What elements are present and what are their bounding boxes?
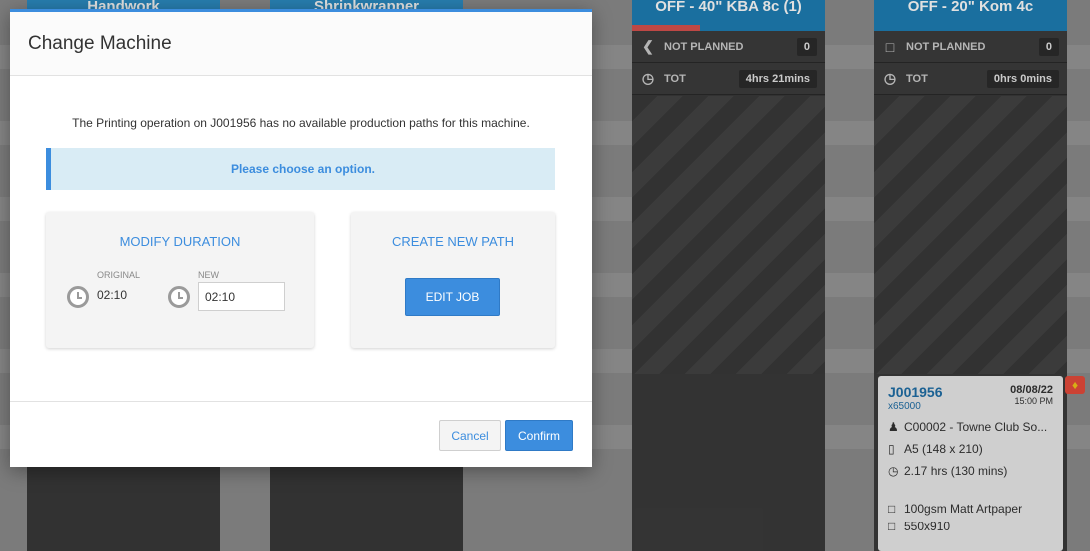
clock-icon <box>168 286 190 308</box>
edit-job-button[interactable]: EDIT JOB <box>405 278 500 316</box>
modal-header: Change Machine <box>10 12 592 76</box>
create-new-path-title: CREATE NEW PATH <box>391 234 515 249</box>
modal-title: Change Machine <box>28 32 172 54</box>
change-machine-modal: Change Machine The Printing operation on… <box>10 9 592 467</box>
modal-message: The Printing operation on J001956 has no… <box>72 116 530 130</box>
modify-duration-panel: MODIFY DURATION ORIGINAL 02:10 NEW <box>46 212 314 348</box>
original-label: ORIGINAL <box>97 270 141 280</box>
confirm-button[interactable]: Confirm <box>505 420 573 451</box>
original-duration: 02:10 <box>97 288 128 302</box>
new-label: NEW <box>198 270 219 280</box>
modal-footer: Cancel Confirm <box>10 401 592 467</box>
cancel-button[interactable]: Cancel <box>439 420 501 451</box>
create-new-path-panel: CREATE NEW PATH EDIT JOB <box>351 212 555 348</box>
modify-duration-title: MODIFY DURATION <box>119 234 241 249</box>
new-duration-input[interactable] <box>198 282 285 311</box>
clock-icon <box>67 286 89 308</box>
modal-body: The Printing operation on J001956 has no… <box>10 76 592 402</box>
choose-option-alert: Please choose an option. <box>46 148 555 190</box>
